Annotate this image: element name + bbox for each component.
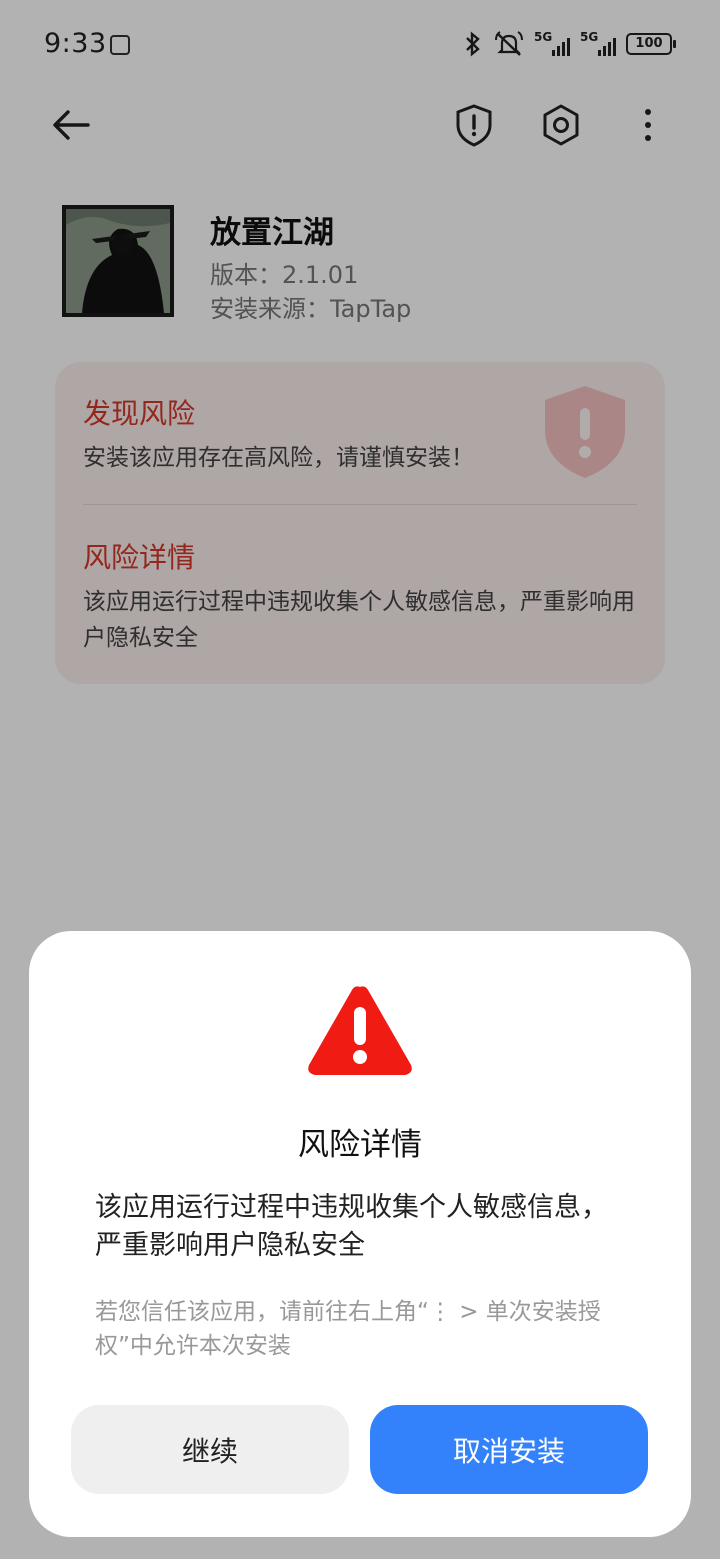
risk-dialog: 风险详情 该应用运行过程中违规收集个人敏感信息，严重影响用户隐私安全 若您信任该… [29, 931, 691, 1537]
cancel-install-button[interactable]: 取消安装 [370, 1405, 648, 1494]
warning-triangle-icon [308, 986, 412, 1075]
dialog-hint: 若您信任该应用，请前往右上角“⋮ > 单次安装授权”中允许本次安装 [95, 1299, 601, 1359]
dialog-body: 该应用运行过程中违规收集个人敏感信息，严重影响用户隐私安全 [95, 1192, 608, 1261]
continue-button[interactable]: 继续 [71, 1405, 349, 1494]
dialog-title: 风险详情 [298, 1127, 422, 1163]
